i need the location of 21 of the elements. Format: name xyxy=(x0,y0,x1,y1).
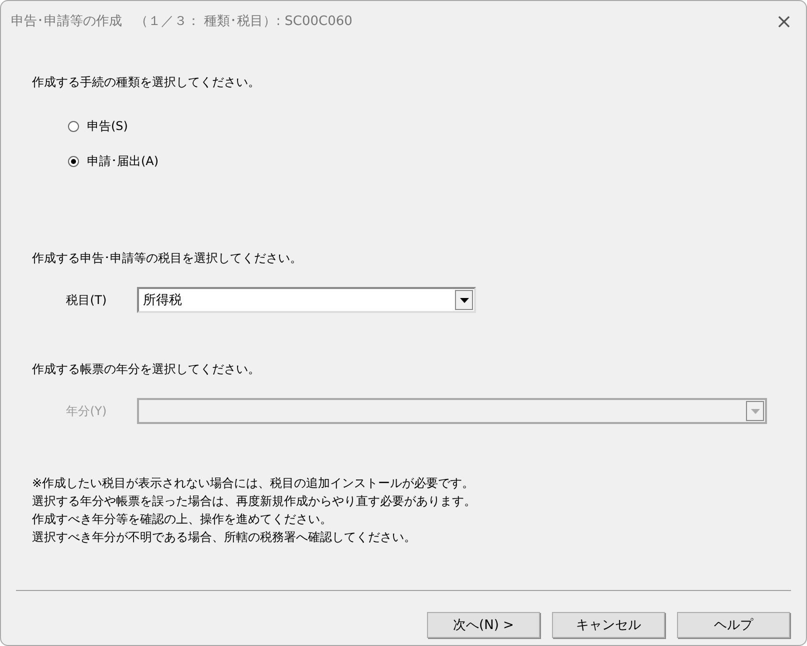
radio-label: 申請･届出(A) xyxy=(87,152,159,170)
note-text: ※作成したい税目が表示されない場合には、税目の追加インストールが必要です。 xyxy=(32,475,476,492)
dialog-button[interactable]: 次へ(N) > xyxy=(427,612,540,638)
radio-option[interactable]: 申請･届出(A) xyxy=(68,152,159,170)
radio-icon[interactable] xyxy=(68,156,79,166)
radio-option[interactable]: 申告(S) xyxy=(68,117,159,135)
dialog-button[interactable]: ヘルプ xyxy=(677,612,790,638)
prompt-text: 作成する帳票の年分を選択してください。 xyxy=(32,361,260,378)
radio-label: 申告(S) xyxy=(87,118,128,134)
note-text: 選択すべき年分が不明である場合、所轄の税務署へ確認してください。 xyxy=(32,529,417,546)
dialog-button[interactable]: キャンセル xyxy=(552,612,665,638)
prompt-text: 作成する申告･申請等の税目を選択してください。 xyxy=(32,250,302,267)
window-title: 申告･申請等の作成 （１／３： 種類･税目）: SC00C060 xyxy=(11,12,352,30)
note-text: 選択する年分や帳票を誤った場合は、再度新規作成からやり直す必要があります。 xyxy=(32,493,476,510)
prompt-text: 作成する手続の種類を選択してください。 xyxy=(32,74,260,91)
tax-item-dropdown[interactable]: 所得税 xyxy=(137,287,476,313)
close-button[interactable]: × xyxy=(762,1,806,40)
radio-icon[interactable] xyxy=(68,120,79,132)
field-label: 年分(Y) xyxy=(65,402,108,420)
field-label: 税目(T) xyxy=(65,292,108,308)
note-text: 作成すべき年分等を確認の上、操作を進めてください。 xyxy=(32,511,333,528)
